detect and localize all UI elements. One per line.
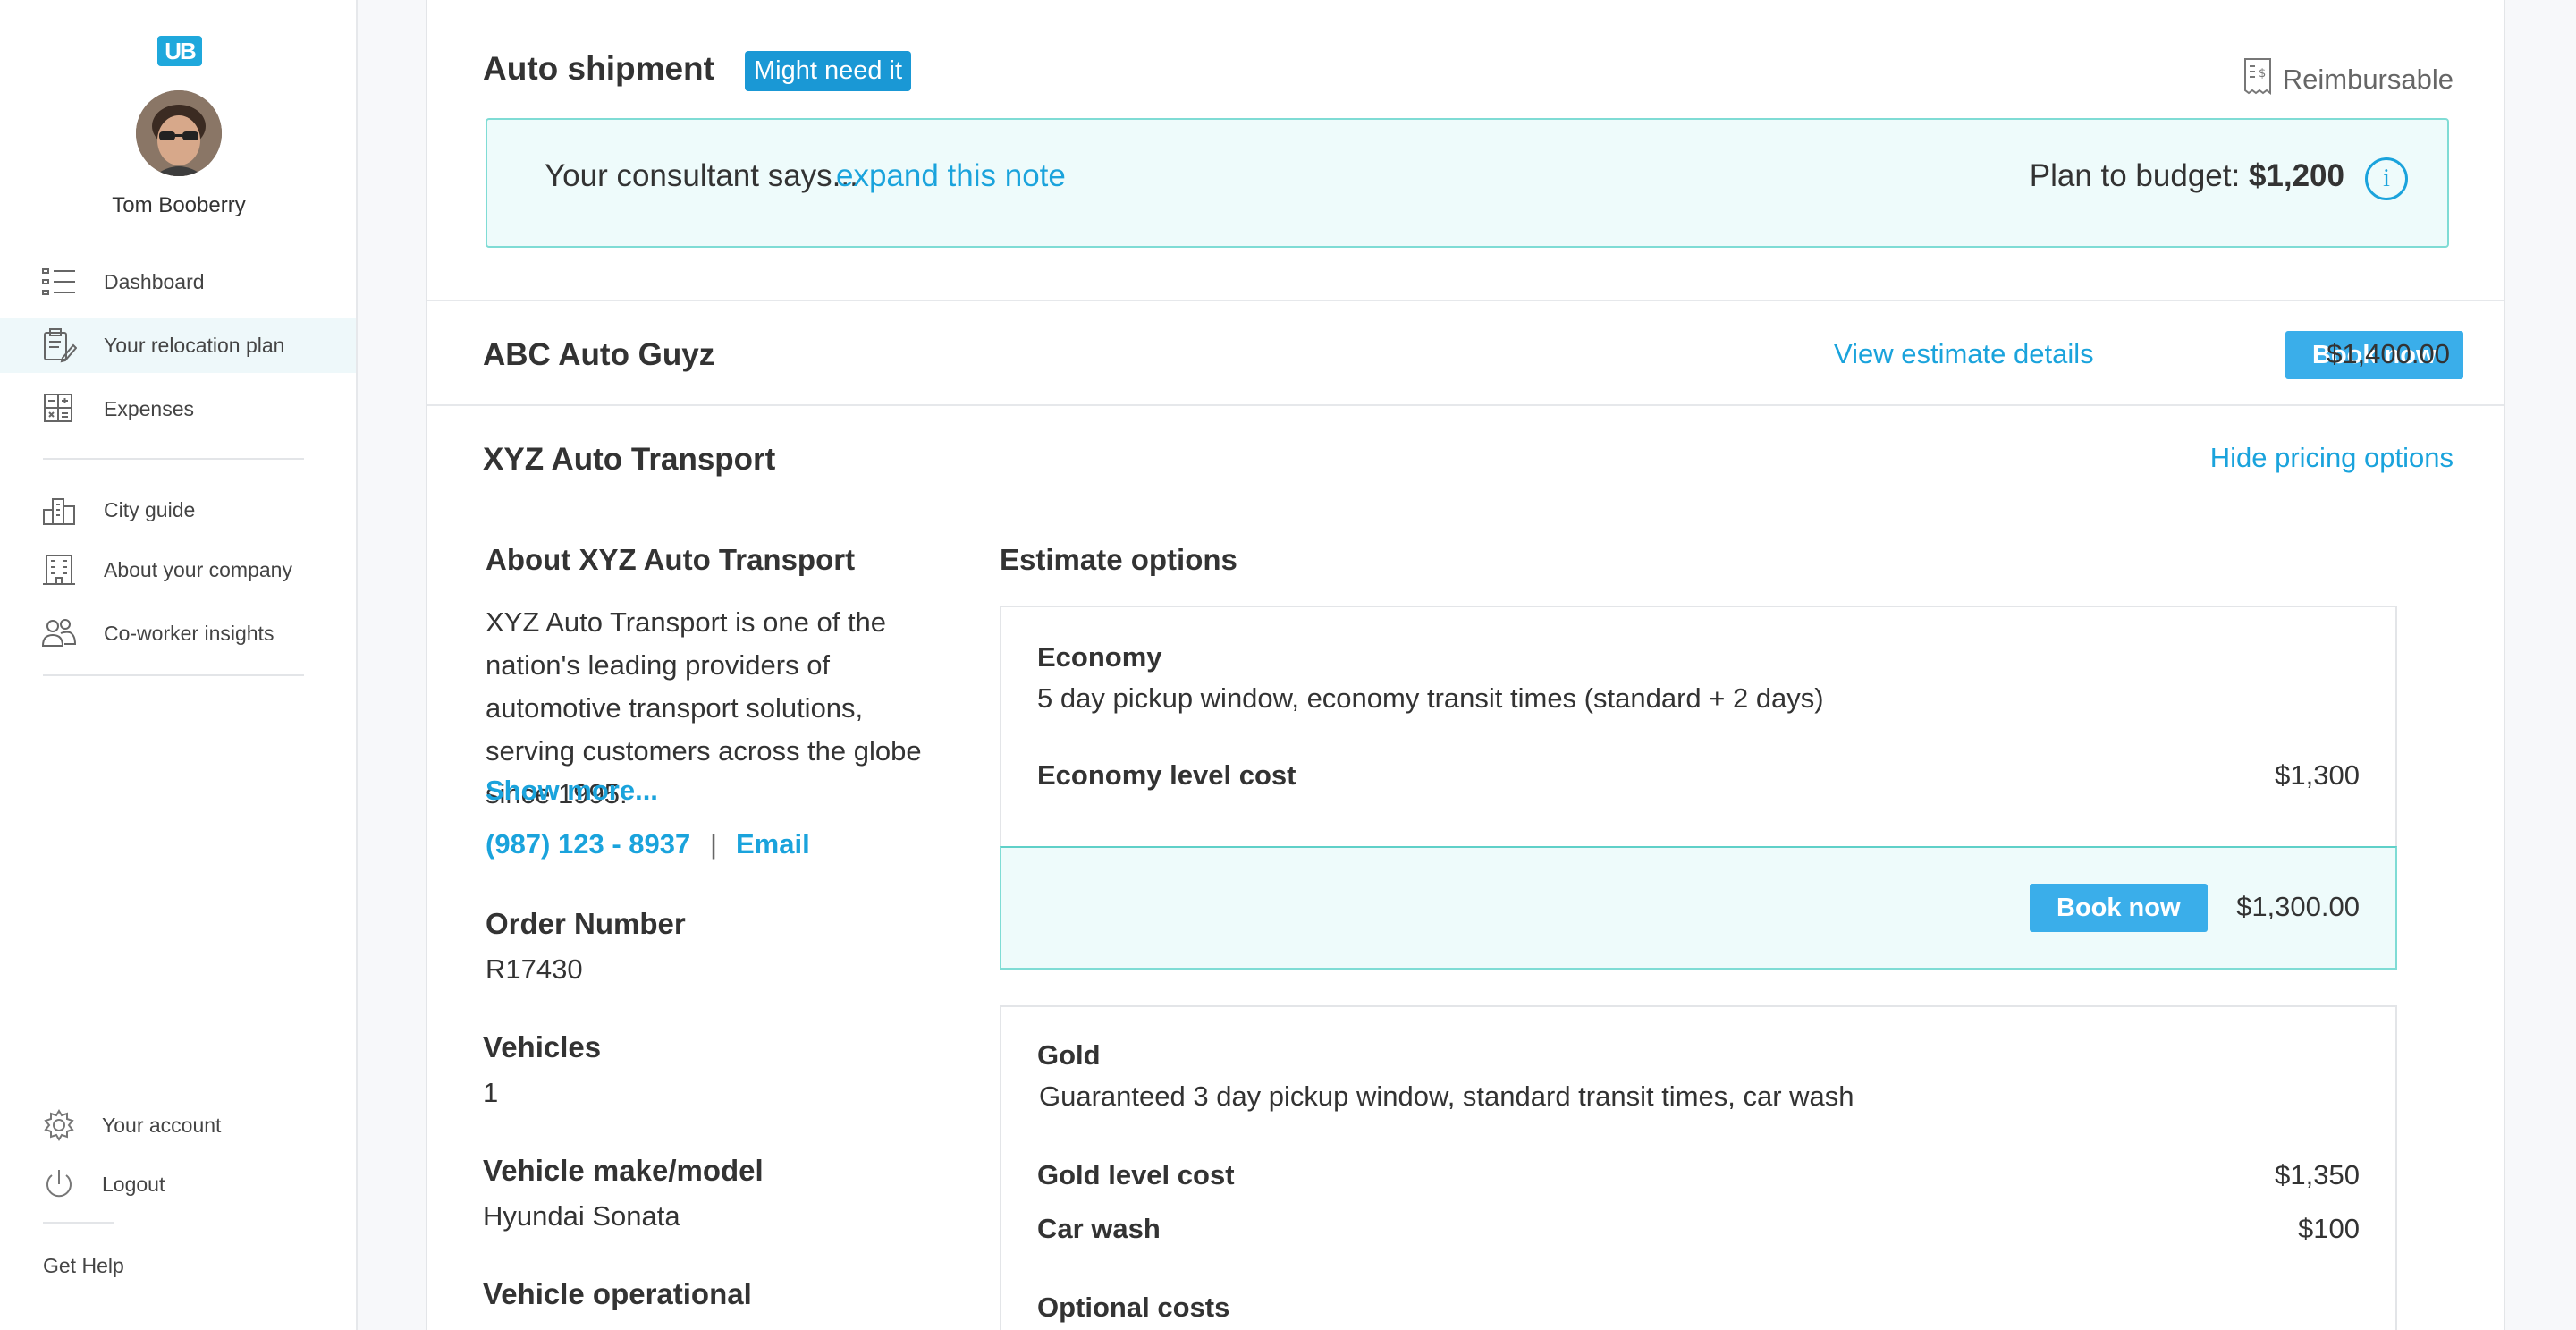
- show-more-link[interactable]: Show more...: [486, 775, 658, 807]
- sidebar-item-label: Your relocation plan: [104, 333, 285, 357]
- estimate-options-heading: Estimate options: [1000, 543, 1237, 576]
- consultant-note: Your consultant says... expand this note…: [486, 118, 2449, 248]
- sidebar: UB Tom Booberry Dashboard Your relocatio…: [0, 0, 358, 1330]
- sidebar-item-label: City guide: [104, 497, 196, 521]
- option-description: Guaranteed 3 day pickup window, standard…: [1039, 1080, 1854, 1112]
- avatar[interactable]: [136, 90, 222, 176]
- calculator-icon: [41, 391, 77, 427]
- budget-text: Plan to budget: $1,200: [2030, 158, 2344, 194]
- option-name: Economy: [1037, 641, 1162, 673]
- expand-note-link[interactable]: expand this note: [836, 158, 1066, 194]
- cost-value: $1,300: [2275, 759, 2360, 791]
- people-icon: [41, 615, 77, 651]
- priority-badge: Might need it: [745, 51, 912, 91]
- phone-link[interactable]: (987) 123 - 8937: [486, 828, 690, 860]
- budget-label: Plan to budget:: [2029, 158, 2249, 193]
- gear-icon: [41, 1107, 77, 1143]
- cost-value: $100: [2298, 1213, 2360, 1244]
- sidebar-item-about-company[interactable]: About your company: [0, 542, 356, 597]
- sidebar-divider: [43, 1222, 114, 1224]
- company-logo[interactable]: UB: [157, 36, 202, 66]
- estimate-option-gold: Gold Guaranteed 3 day pickup window, sta…: [1000, 1005, 2397, 1330]
- sidebar-item-label: Dashboard: [104, 269, 205, 293]
- hide-pricing-options-link[interactable]: Hide pricing options: [2210, 442, 2454, 474]
- vehicles-label: Vehicles: [483, 1030, 602, 1063]
- receipt-icon: $: [2243, 57, 2272, 102]
- order-number-value: R17430: [486, 953, 583, 985]
- info-icon[interactable]: i: [2365, 157, 2408, 200]
- about-heading: About XYZ Auto Transport: [486, 543, 856, 576]
- option-description: 5 day pickup window, economy transit tim…: [1037, 682, 1824, 714]
- book-now-button[interactable]: Book now: [2030, 884, 2208, 932]
- user-name: Tom Booberry: [112, 193, 246, 217]
- vehicles-value: 1: [483, 1077, 499, 1108]
- sidebar-item-label: Your account: [102, 1113, 222, 1137]
- vehicle-model-value: Hyundai Sonata: [483, 1200, 680, 1232]
- reimbursable-label: Reimbursable: [2282, 64, 2454, 95]
- vehicle-operational-label: Vehicle operational: [483, 1277, 752, 1310]
- list-icon: [41, 264, 77, 300]
- sidebar-item-coworker-insights[interactable]: Co-worker insights: [0, 606, 356, 661]
- cost-label: Economy level cost: [1037, 759, 1296, 791]
- power-icon: [41, 1166, 77, 1202]
- sidebar-divider: [43, 458, 304, 460]
- email-link[interactable]: Email: [736, 828, 810, 860]
- sidebar-item-logout[interactable]: Logout: [0, 1156, 356, 1212]
- note-prefix: Your consultant says...: [545, 158, 858, 193]
- order-number-label: Order Number: [486, 907, 686, 940]
- sidebar-item-expenses[interactable]: Expenses: [0, 381, 356, 436]
- building-icon: [41, 552, 77, 588]
- sidebar-item-label: Co-worker insights: [104, 621, 274, 645]
- city-icon: [41, 492, 77, 528]
- sidebar-item-label: Expenses: [104, 396, 195, 420]
- option-name: Gold: [1037, 1039, 1101, 1071]
- clipboard-edit-icon: [41, 327, 78, 363]
- cost-label: Car wash: [1037, 1213, 1161, 1244]
- sidebar-item-relocation-plan[interactable]: Your relocation plan: [0, 318, 356, 373]
- budget-value: $1,200: [2248, 158, 2344, 193]
- sidebar-item-dashboard[interactable]: Dashboard: [0, 254, 356, 309]
- sidebar-divider: [43, 674, 304, 676]
- separator: |: [710, 828, 718, 860]
- sidebar-item-label: About your company: [104, 557, 292, 581]
- cost-value: $1,350: [2275, 1159, 2360, 1190]
- auto-shipment-card: Auto shipment Might need it $ Reimbursab…: [426, 0, 2505, 1330]
- vehicle-model-label: Vehicle make/model: [483, 1154, 764, 1187]
- divider: [427, 404, 2504, 406]
- section-title: Auto shipment: [483, 50, 714, 87]
- vendor-price: $1,400.00: [2327, 338, 2450, 369]
- divider: [427, 300, 2504, 301]
- reimbursable-indicator: $ Reimbursable: [2243, 57, 2454, 102]
- estimate-option-economy: Economy 5 day pickup window, economy tra…: [1000, 606, 2397, 848]
- svg-text:$: $: [2259, 67, 2266, 80]
- vendor-name: XYZ Auto Transport: [483, 442, 776, 477]
- option-footer: Book now $1,300.00: [1000, 846, 2397, 970]
- option-total: $1,300.00: [2236, 891, 2360, 922]
- view-estimate-details-link[interactable]: View estimate details: [1834, 338, 2094, 370]
- sidebar-item-account[interactable]: Your account: [0, 1097, 356, 1153]
- optional-costs-label: Optional costs: [1037, 1292, 1230, 1323]
- cost-label: Gold level cost: [1037, 1159, 1235, 1190]
- get-help-link[interactable]: Get Help: [43, 1254, 124, 1278]
- sidebar-item-label: Logout: [102, 1172, 165, 1196]
- vendor-name: ABC Auto Guyz: [483, 337, 715, 372]
- sidebar-item-city-guide[interactable]: City guide: [0, 482, 356, 538]
